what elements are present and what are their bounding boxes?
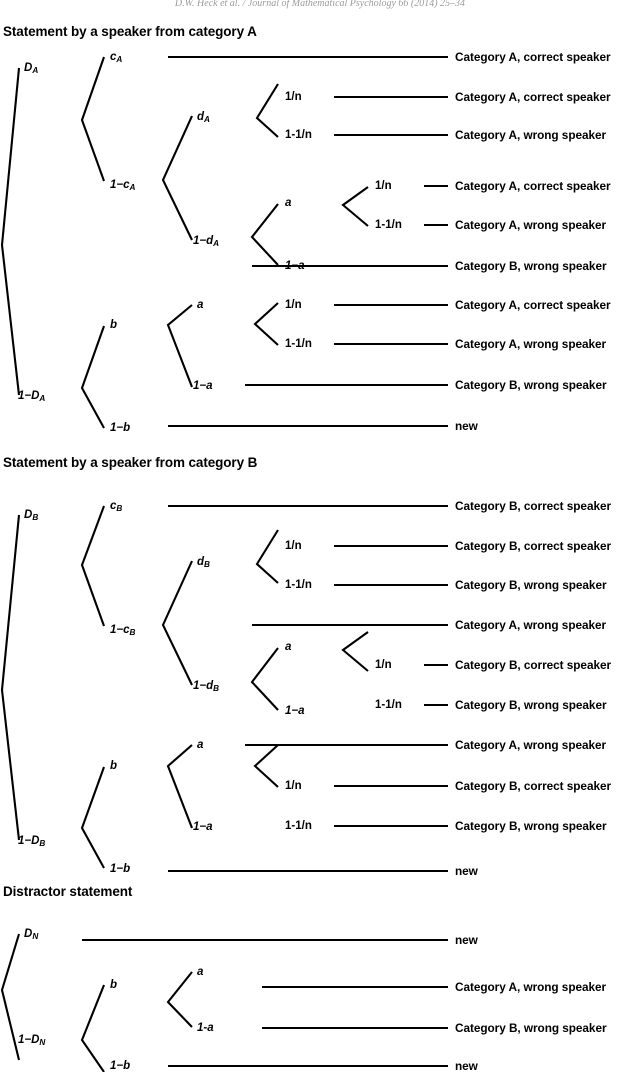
tree-a-label-c: cA — [110, 51, 123, 64]
tree-n-label-a: a — [197, 966, 204, 978]
tree-b-label-n-1: 1/n — [285, 540, 302, 552]
journal-running-head: D.W. Heck et al. / Journal of Mathematic… — [174, 0, 466, 9]
tree-a-label-n-1: 1/n — [285, 91, 302, 103]
tree-b-d-fork — [161, 560, 193, 686]
section-title-tree-a: Statement by a speaker from category A — [3, 24, 257, 39]
tree-a-outcome-8: Category A, wrong speaker — [455, 337, 607, 351]
tree-a-label-d: dA — [197, 111, 210, 124]
tree-a-label-not-d: 1−dA — [193, 235, 220, 248]
tree-a-label-D: DA — [24, 62, 39, 75]
tree-b-outcome-2: Category B, correct speaker — [455, 539, 612, 553]
tree-b-label-not-d: 1−dB — [193, 680, 220, 693]
tree-b-label-not-b: 1−b — [110, 863, 131, 875]
tree-n-label-not-D: 1−DN — [18, 1034, 46, 1047]
tree-a-d-fork — [161, 115, 193, 241]
tree-a-label-not-c: 1−cA — [110, 179, 136, 192]
tree-b-outcome-5: Category B, correct speaker — [455, 658, 612, 672]
tree-b-label-n-3: 1/n — [285, 780, 302, 792]
tree-a-label-not-D: 1−DA — [18, 390, 46, 403]
tree-b-outcome-8: Category B, correct speaker — [455, 779, 612, 793]
tree-n-outcome-1: new — [455, 933, 478, 947]
tree-b-label-b: b — [110, 760, 118, 772]
tree-a-label-not-n-1: 1-1/n — [285, 129, 312, 141]
tree-n-outcome-4: new — [455, 1059, 478, 1073]
tree-n-label-not-b: 1−b — [110, 1060, 131, 1072]
tree-b-outcome-4: Category A, wrong speaker — [455, 618, 607, 632]
tree-b-label-not-D: 1−DB — [18, 835, 46, 848]
tree-b-label-not-n-1: 1-1/n — [285, 579, 312, 591]
tree-b-root-fork — [0, 514, 21, 841]
tree-b-outcome-9: Category B, wrong speaker — [455, 819, 607, 833]
tree-a-outcome-6: Category B, wrong speaker — [455, 259, 607, 273]
tree-a-label-not-a-1: 1−a — [285, 260, 305, 272]
tree-b-n-fork-1 — [255, 529, 279, 584]
tree-a-outcome-9: Category B, wrong speaker — [455, 378, 607, 392]
figure-canvas: D.W. Heck et al. / Journal of Mathematic… — [0, 0, 640, 1073]
tree-n-label-D: DN — [24, 928, 39, 941]
section-title-tree-b: Statement by a speaker from category B — [3, 455, 258, 470]
tree-a-n-fork-3 — [253, 302, 279, 346]
tree-b-label-D: DB — [24, 509, 39, 522]
tree-b-n-fork-2 — [341, 631, 369, 672]
tree-a-label-a-1: a — [285, 197, 292, 209]
tree-a-outcome-1: Category A, correct speaker — [455, 50, 611, 64]
tree-n-label-not-a: 1-a — [197, 1022, 214, 1034]
tree-b-label-d: dB — [197, 556, 210, 569]
tree-b-outcome-10: new — [455, 864, 478, 878]
tree-b-outcome-1: Category B, correct speaker — [455, 499, 612, 513]
tree-a-label-a-2: a — [197, 299, 204, 311]
tree-n-outcome-2: Category A, wrong speaker — [455, 980, 607, 994]
tree-b-outcome-7: Category A, wrong speaker — [455, 738, 607, 752]
tree-b-c-fork — [80, 505, 105, 627]
tree-a-outcome-5: Category A, wrong speaker — [455, 218, 607, 232]
tree-branch-lines — [0, 56, 448, 1072]
tree-a-outcome-4: Category A, correct speaker — [455, 179, 611, 193]
tree-a-outcome-2: Category A, correct speaker — [455, 90, 611, 104]
section-title-tree-n: Distractor statement — [3, 884, 133, 899]
tree-a-b-fork — [80, 325, 105, 429]
tree-b-b-fork — [80, 766, 105, 869]
tree-b-label-a-2: a — [197, 739, 204, 751]
tree-a-a-fork-1 — [250, 203, 279, 266]
tree-a-outcome-10: new — [455, 419, 478, 433]
tree-b-n-fork-3 — [253, 744, 279, 788]
tree-b-outcome-6: Category B, wrong speaker — [455, 698, 607, 712]
tree-a-label-not-n-3: 1-1/n — [285, 338, 312, 350]
tree-a-outcome-3: Category A, wrong speaker — [455, 128, 607, 142]
tree-a-n-fork-1 — [255, 83, 279, 138]
tree-b-outcome-3: Category B, wrong speaker — [455, 578, 607, 592]
tree-b-label-c: cB — [110, 500, 123, 513]
tree-a-label-not-b: 1−b — [110, 422, 131, 434]
tree-a-label-n-2: 1/n — [375, 180, 392, 192]
tree-a-label-b: b — [110, 319, 118, 331]
tree-a-outcome-7: Category A, correct speaker — [455, 298, 611, 312]
tree-b-a-fork-2 — [166, 744, 193, 829]
tree-n-outcome-3: Category B, wrong speaker — [455, 1021, 607, 1035]
tree-b-label-not-a-2: 1−a — [193, 821, 213, 833]
tree-a-label-n-3: 1/n — [285, 299, 302, 311]
tree-a-c-fork — [80, 56, 105, 182]
tree-a-label-not-n-2: 1-1/n — [375, 219, 402, 231]
tree-b-a-fork-1 — [250, 647, 279, 711]
tree-b-label-not-c: 1−cB — [110, 624, 136, 637]
tree-b-label-a-1: a — [285, 641, 292, 653]
tree-n-a-fork — [166, 971, 193, 1028]
tree-n-b-fork — [80, 984, 105, 1072]
tree-b-label-not-a-1: 1−a — [285, 705, 305, 717]
tree-a-label-not-a-2: 1−a — [193, 380, 213, 392]
tree-b-label-not-n-3: 1-1/n — [285, 820, 312, 832]
tree-b-label-n-2: 1/n — [375, 659, 392, 671]
tree-n-root-fork — [0, 933, 21, 1061]
tree-b-label-not-n-2: 1-1/n — [375, 699, 402, 711]
tree-n-label-b: b — [110, 979, 118, 991]
tree-a-a-fork-2 — [166, 304, 193, 388]
tree-a-n-fork-2 — [341, 186, 369, 227]
tree-a-root-fork — [0, 67, 21, 396]
